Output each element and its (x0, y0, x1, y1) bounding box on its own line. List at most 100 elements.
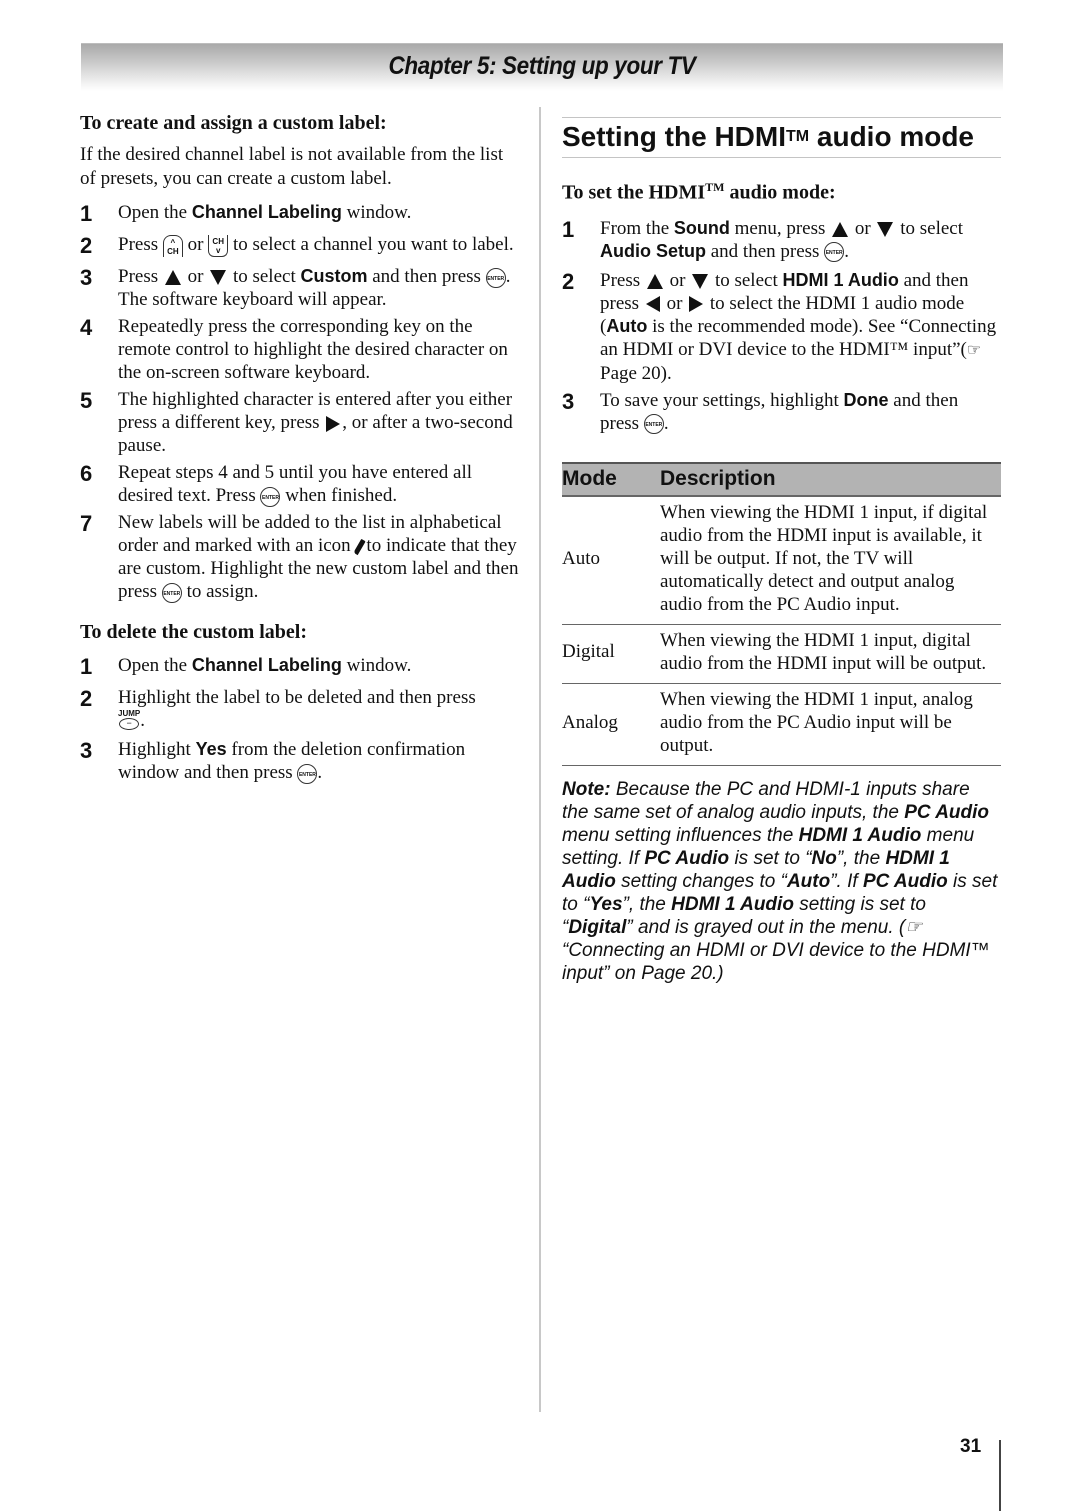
hdmi-steps-list: 1 From the Sound menu, press or to selec… (562, 217, 1001, 435)
step-text: The software keyboard will appear. (118, 289, 387, 310)
menu-option: HDMI 1 Audio (782, 269, 899, 290)
create-step-6: 6 Repeat steps 4 and 5 until you have en… (80, 461, 520, 507)
step-number: 1 (80, 654, 93, 679)
menu-option: Custom (300, 266, 368, 286)
arrow-down-icon (210, 270, 227, 286)
create-step-2: 2 Press ^ CH or CH v to select a channel y… (80, 233, 520, 259)
note-label: Note: (562, 778, 611, 800)
menu-option: Audio Setup (600, 240, 706, 261)
page-number: 31 (960, 1436, 982, 1457)
enter-button-icon: ENTER (260, 486, 281, 507)
arrow-up-icon (646, 273, 663, 289)
step-number: 2 (80, 233, 93, 258)
left-column: To create and assign a custom label: If … (80, 112, 520, 784)
step-number: 5 (80, 388, 93, 413)
arrow-up-icon (164, 270, 181, 286)
delete-step-1: 1 Open the Channel Labeling window. (80, 654, 520, 680)
delete-label-heading: To delete the custom label: (80, 621, 308, 643)
enter-button-icon: ENTER (824, 242, 845, 263)
menu-name: Sound (673, 217, 730, 238)
description-cell: When viewing the HDMI 1 input, analog au… (660, 683, 1001, 766)
delete-step-3: 3 Highlight Yes from the deletion confir… (80, 738, 520, 784)
create-step-7: 7 New labels will be added to the list i… (80, 511, 520, 603)
arrow-right-icon (689, 296, 704, 313)
jump-button-icon: JUMP − (118, 709, 141, 730)
arrow-right-icon (326, 415, 341, 432)
step-number: 1 (80, 201, 93, 226)
hdmi-step-3: 3 To save your settings, highlight Done … (562, 388, 959, 435)
step-text: or (182, 234, 209, 255)
step-number: 4 (80, 315, 93, 340)
step-text: . (317, 762, 323, 783)
page-number-rule (999, 1440, 1001, 1511)
arrow-down-icon (877, 221, 894, 237)
step-number: 3 (80, 738, 93, 763)
step-text: to assign. (181, 581, 259, 602)
create-step-3: 3 Press or to select Custom and then pre… (80, 265, 520, 311)
hdmi-step-1: 1 From the Sound menu, press or to selec… (562, 216, 964, 263)
pointing-hand-icon: ☞ (966, 341, 982, 359)
step-number: 2 (80, 686, 93, 711)
mode-cell: Analog (562, 683, 660, 766)
arrow-up-icon (832, 221, 849, 237)
step-text: Highlight (118, 739, 196, 760)
step-text: Press (118, 266, 163, 287)
enter-button-icon: ENTER (485, 267, 506, 288)
enter-button-icon: ENTER (161, 582, 182, 603)
create-step-5: 5 The highlighted character is entered a… (80, 388, 520, 457)
enter-button-icon: ENTER (643, 414, 664, 435)
step-text: or (182, 266, 209, 287)
audio-mode-table: Mode Description Auto When viewing the H… (562, 461, 1001, 766)
table-row: Auto When viewing the HDMI 1 input, if d… (562, 495, 1001, 625)
menu-option: Auto (606, 315, 648, 336)
column-header-description: Description (660, 461, 1001, 497)
enter-button-icon: ENTER (297, 763, 318, 784)
hdmi-audio-subheading: To set the HDMITM audio mode: (562, 180, 836, 204)
pointing-hand-icon: ☞ (905, 916, 923, 938)
description-cell: When viewing the HDMI 1 input, if digita… (660, 495, 1001, 625)
table-row: Analog When viewing the HDMI 1 input, an… (562, 683, 1001, 766)
create-label-heading: To create and assign a custom label: (80, 112, 387, 134)
step-text: . (140, 710, 145, 731)
mode-cell: Digital (562, 624, 660, 684)
step-text: Press (118, 234, 163, 255)
mode-cell: Auto (562, 495, 660, 625)
description-cell: When viewing the HDMI 1 input, digital a… (660, 624, 1001, 684)
step-text: to select (228, 266, 301, 287)
note-paragraph: Note: Because the PC and HDMI-1 inputs s… (562, 778, 998, 984)
table-header-row: Mode Description (562, 461, 1001, 497)
step-text: . (505, 266, 511, 287)
table-row: Digital When viewing the HDMI 1 input, d… (562, 624, 1001, 684)
step-text: window. (341, 655, 412, 676)
chapter-header-bar: Chapter 5: Setting up your TV (81, 43, 1003, 91)
create-step-1: 1 Open the Channel Labeling window. (80, 201, 520, 227)
section-title: Setting the HDMITM audio mode (562, 117, 1001, 158)
menu-option: Done (843, 389, 889, 410)
hdmi-step-2: 2 Press or to select HDMI 1 Audio and th… (562, 268, 997, 384)
menu-name: Channel Labeling (191, 655, 342, 675)
menu-option: Yes (195, 739, 227, 759)
channel-up-icon: ^ CH (162, 234, 183, 257)
create-step-4: 4 Repeatedly press the corresponding key… (80, 315, 520, 384)
step-number: 3 (80, 265, 93, 290)
column-divider (539, 107, 541, 1412)
step-number: 6 (80, 461, 93, 486)
arrow-down-icon (692, 273, 709, 289)
step-text: window. (341, 202, 412, 223)
create-steps-list: 1 Open the Channel Labeling window. 2 Pr… (80, 201, 520, 603)
menu-name: Channel Labeling (191, 202, 342, 222)
arrow-left-icon (645, 296, 660, 313)
step-number: 2 (562, 268, 575, 294)
right-column: Setting the HDMITM audio mode To set the… (562, 117, 1001, 985)
step-number: 7 (80, 511, 93, 536)
step-text: Open the (118, 655, 192, 676)
step-text: Repeatedly press the corresponding key o… (118, 316, 508, 383)
delete-step-2: 2 Highlight the label to be deleted and … (80, 686, 520, 732)
create-label-intro: If the desired channel label is not avai… (80, 144, 504, 189)
step-text: when finished. (280, 485, 398, 506)
step-number: 1 (562, 216, 575, 242)
step-text: Highlight the label to be deleted and th… (118, 687, 476, 708)
step-text: to select a channel you want to label. (228, 234, 514, 255)
column-header-mode: Mode (562, 461, 660, 497)
delete-steps-list: 1 Open the Channel Labeling window. 2 Hi… (80, 654, 520, 784)
